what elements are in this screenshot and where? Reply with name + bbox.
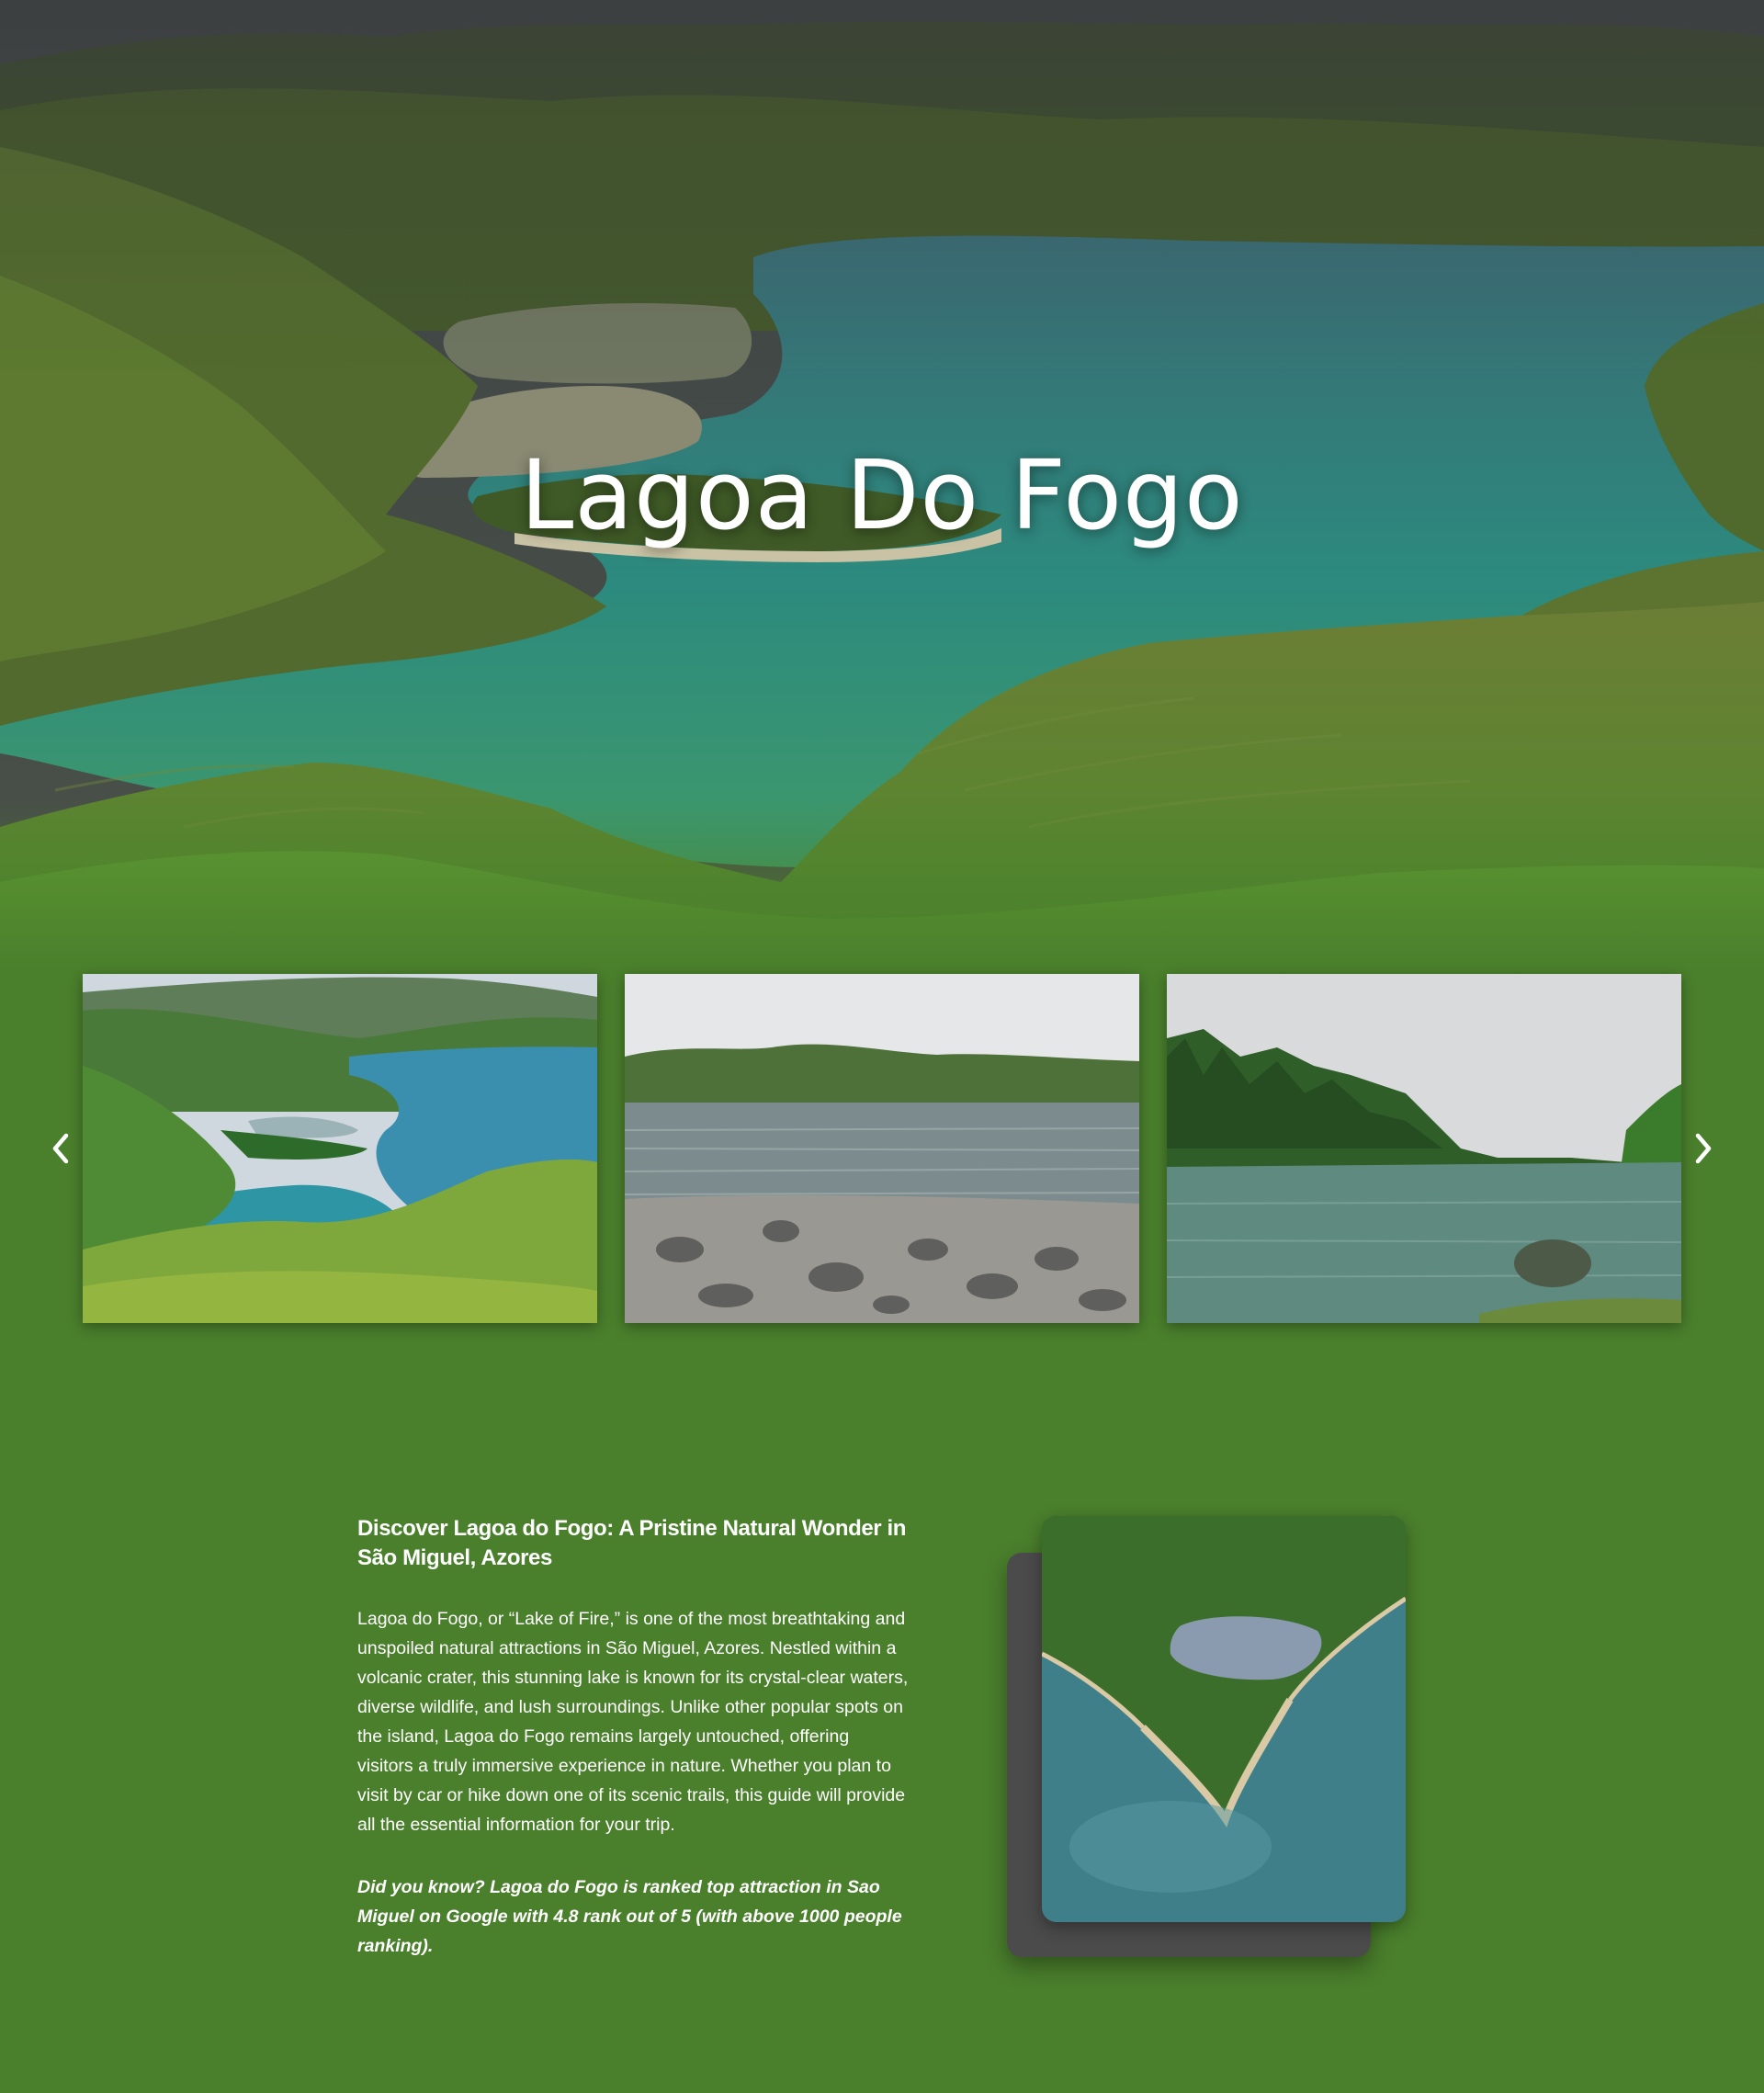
chevron-left-icon [52, 1133, 69, 1164]
hero-banner: Lagoa Do Fogo [0, 0, 1764, 974]
forested-shore-photo [1167, 974, 1681, 1323]
carousel-slide-forested-shore[interactable] [1167, 974, 1681, 1323]
chevron-right-icon [1695, 1133, 1712, 1164]
carousel-slide-lake-overview[interactable] [83, 974, 597, 1323]
heart-shaped-lake-aerial-photo [1042, 1516, 1406, 1922]
did-you-know-note: Did you know? Lagoa do Fogo is ranked to… [357, 1877, 902, 1956]
rocky-shore-photo [625, 974, 1139, 1323]
feature-image-card [1007, 1514, 1411, 1964]
lake-overview-photo [83, 974, 597, 1323]
carousel-next-button[interactable] [1685, 1126, 1722, 1171]
article-title: Discover Lagoa do Fogo: A Pristine Natur… [357, 1516, 907, 1570]
article-section: Discover Lagoa do Fogo: A Pristine Natur… [357, 1514, 909, 1961]
article-body: Lagoa do Fogo, or “Lake of Fire,” is one… [357, 1609, 909, 1835]
photo-carousel [0, 972, 1764, 1325]
feature-image [1042, 1516, 1406, 1922]
page-title: Lagoa Do Fogo [520, 439, 1244, 551]
carousel-slide-rocky-shore[interactable] [625, 974, 1139, 1323]
carousel-prev-button[interactable] [42, 1126, 79, 1171]
